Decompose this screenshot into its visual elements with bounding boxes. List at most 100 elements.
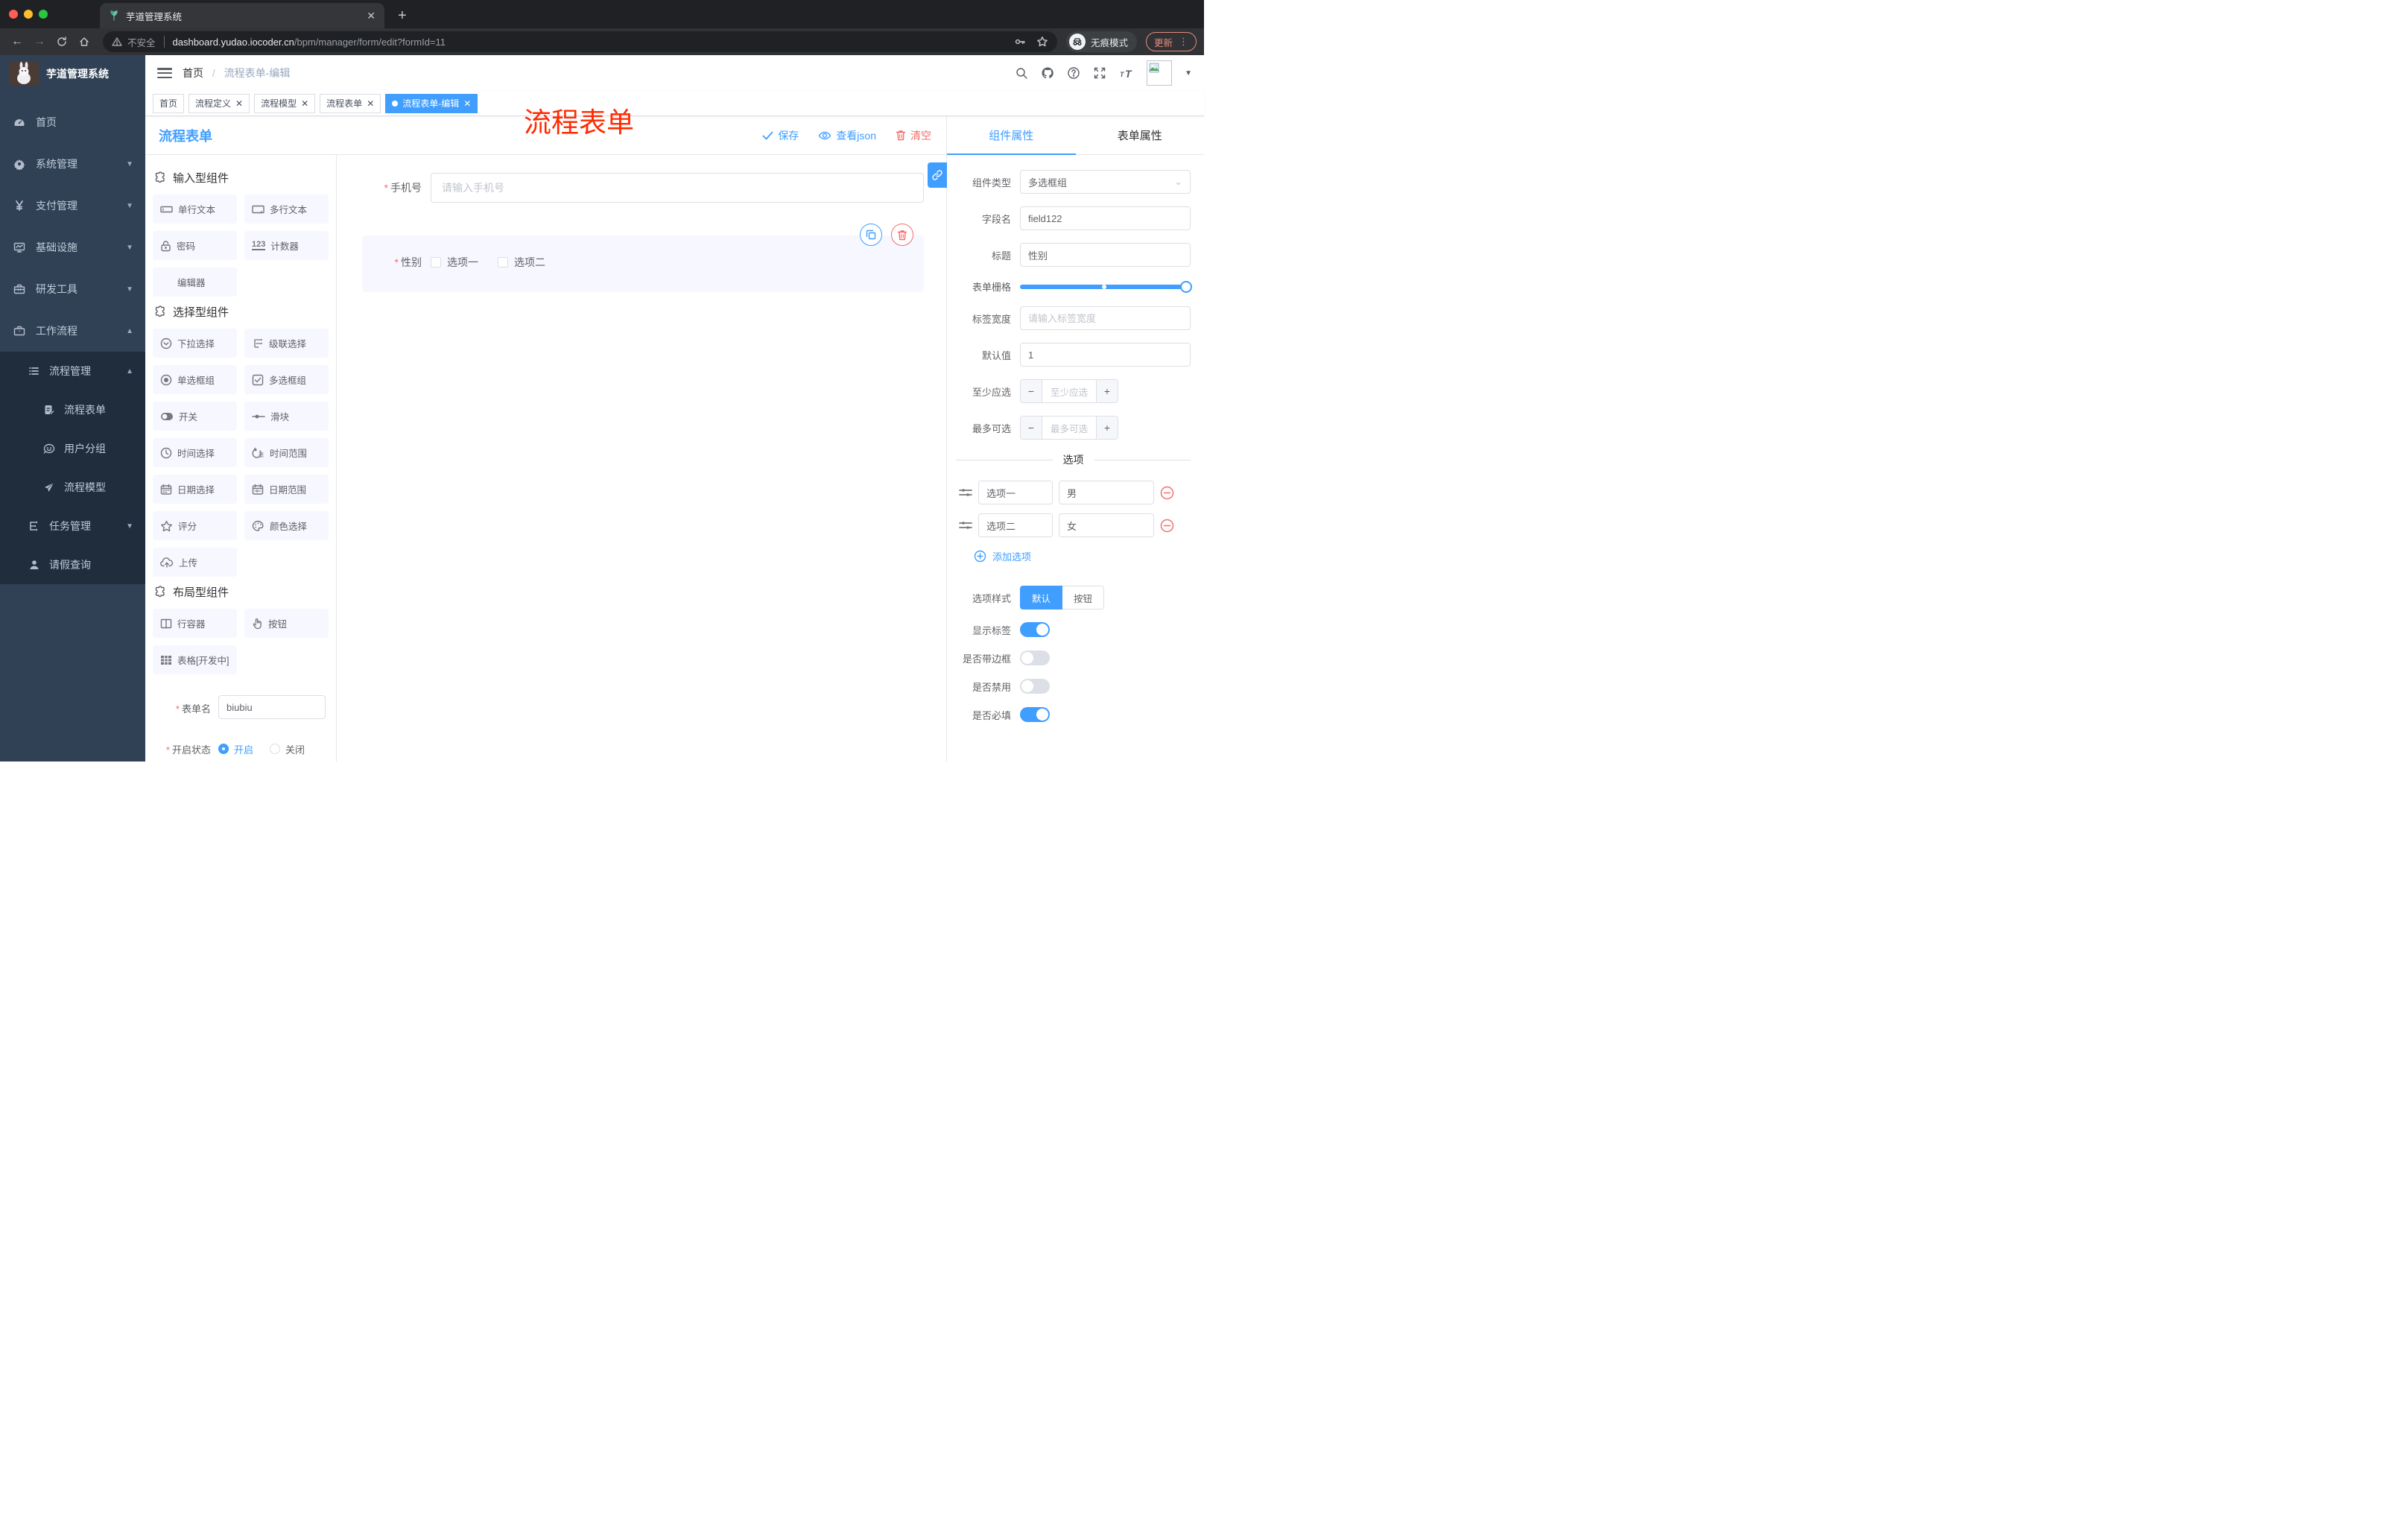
palette-item-radio-group[interactable]: 单选框组 (153, 365, 237, 394)
style-button-button[interactable]: 按钮 (1062, 586, 1105, 609)
border-switch[interactable] (1020, 650, 1050, 665)
view-json-button[interactable]: 查看json (818, 128, 876, 143)
sidebar-item-system[interactable]: 系统管理 ▼ (0, 143, 145, 185)
plus-button[interactable]: + (1096, 380, 1118, 402)
palette-item-time-picker[interactable]: 时间选择 (153, 438, 237, 467)
form-grid-slider[interactable] (1020, 280, 1192, 293)
help-icon[interactable] (1067, 66, 1080, 80)
browser-menu-icon[interactable]: ⋮ (1179, 36, 1188, 48)
plus-button[interactable]: + (1096, 417, 1118, 439)
sidebar-item-process-form[interactable]: 流程表单 (0, 390, 145, 429)
close-window-button[interactable] (9, 10, 18, 19)
maximize-window-button[interactable] (39, 10, 48, 19)
form-name-input[interactable] (218, 695, 326, 719)
sidebar-item-infra[interactable]: 基础设施 ▼ (0, 227, 145, 268)
sidebar-item-workflow[interactable]: 工作流程 ▲ (0, 310, 145, 352)
avatar-caret-icon[interactable]: ▼ (1185, 69, 1192, 77)
search-icon[interactable] (1015, 66, 1028, 80)
new-tab-button[interactable]: + (398, 3, 407, 28)
tag-process-form-edit[interactable]: 流程表单-编辑 ✕ (385, 93, 478, 113)
forward-icon[interactable]: → (30, 32, 49, 51)
sidebar-item-user-group[interactable]: 用户分组 (0, 429, 145, 468)
palette-item-editor[interactable]: 编辑器 (153, 267, 237, 297)
sidebar-item-process-mgmt[interactable]: 流程管理 ▲ (0, 352, 145, 390)
palette-item-row-container[interactable]: 行容器 (153, 609, 237, 638)
gender-checkbox-option2[interactable]: 选项二 (498, 255, 545, 270)
tag-home[interactable]: 首页 (153, 93, 185, 113)
palette-item-single-text[interactable]: 单行文本 (153, 194, 237, 224)
component-type-select[interactable]: 多选框组 ⌄ (1020, 170, 1191, 194)
delete-component-button[interactable] (891, 224, 913, 246)
link-icon[interactable] (928, 162, 947, 188)
remove-option-button[interactable] (1160, 486, 1174, 500)
sidebar-item-home[interactable]: 首页 (0, 101, 145, 143)
tab-close-icon[interactable]: ✕ (367, 10, 376, 22)
sidebar-toggle-icon[interactable] (157, 68, 172, 78)
option2-value-input[interactable] (1059, 513, 1154, 537)
copy-component-button[interactable] (860, 224, 882, 246)
close-icon[interactable]: ✕ (301, 98, 308, 109)
palette-item-password[interactable]: 密码 (153, 231, 237, 260)
field-name-input[interactable] (1020, 206, 1191, 230)
close-icon[interactable]: ✕ (463, 98, 471, 109)
palette-item-counter[interactable]: 123 计数器 (244, 231, 329, 260)
home-icon[interactable] (75, 32, 94, 51)
browser-tab[interactable]: 芋道管理系统 ✕ (100, 3, 384, 28)
sidebar-item-devtools[interactable]: 研发工具 ▼ (0, 268, 145, 310)
minus-button[interactable]: − (1021, 417, 1042, 439)
password-key-icon[interactable] (1014, 36, 1026, 48)
tag-process-definition[interactable]: 流程定义 ✕ (188, 93, 250, 113)
close-icon[interactable]: ✕ (367, 98, 374, 109)
slider-handle[interactable] (1180, 280, 1192, 293)
bookmark-star-icon[interactable] (1036, 36, 1048, 48)
label-width-input[interactable] (1020, 306, 1191, 330)
title-input[interactable] (1020, 243, 1191, 267)
drag-handle-icon[interactable] (959, 487, 972, 498)
palette-item-date-range[interactable]: 日期范围 (244, 475, 329, 504)
tab-form-props[interactable]: 表单属性 (1076, 116, 1205, 154)
update-chrome-button[interactable]: 更新 ⋮ (1145, 32, 1197, 51)
palette-item-rate[interactable]: 评分 (153, 511, 237, 540)
minimize-window-button[interactable] (24, 10, 33, 19)
add-option-button[interactable]: 添加选项 (974, 549, 1191, 563)
save-button[interactable]: 保存 (762, 128, 799, 143)
sidebar-item-task-mgmt[interactable]: 任务管理 ▼ (0, 507, 145, 545)
reload-icon[interactable] (52, 32, 72, 51)
github-icon[interactable] (1041, 66, 1054, 80)
min-select-stepper[interactable]: − 至少应选 + (1020, 379, 1118, 403)
palette-item-select[interactable]: 下拉选择 (153, 329, 237, 358)
phone-input[interactable] (431, 173, 924, 203)
palette-item-button[interactable]: 按钮 (244, 609, 329, 638)
breadcrumb-home[interactable]: 首页 (183, 67, 203, 79)
palette-item-date-picker[interactable]: 日期选择 (153, 475, 237, 504)
font-size-icon[interactable]: TT (1119, 67, 1134, 79)
disabled-switch[interactable] (1020, 679, 1050, 694)
fullscreen-icon[interactable] (1093, 66, 1106, 80)
tab-component-props[interactable]: 组件属性 (947, 116, 1076, 155)
status-radio-on[interactable]: 开启 (218, 742, 253, 756)
gender-checkbox-option1[interactable]: 选项一 (431, 255, 478, 270)
default-value-input[interactable] (1020, 343, 1191, 367)
max-select-stepper[interactable]: − 最多可选 + (1020, 416, 1118, 440)
close-icon[interactable]: ✕ (235, 98, 243, 109)
canvas-field-phone[interactable]: 手机号 (362, 173, 924, 203)
palette-item-switch[interactable]: 开关 (153, 402, 237, 431)
palette-item-cascader[interactable]: 级联选择 (244, 329, 329, 358)
palette-item-table[interactable]: 表格[开发中] (153, 645, 237, 674)
clear-button[interactable]: 清空 (896, 128, 931, 143)
palette-item-slider[interactable]: 滑块 (244, 402, 329, 431)
drag-handle-icon[interactable] (959, 520, 972, 531)
status-radio-off[interactable]: 关闭 (270, 742, 305, 756)
show-label-switch[interactable] (1020, 622, 1050, 637)
sidebar-logo[interactable]: 芋道管理系统 (0, 55, 145, 92)
option2-label-input[interactable] (978, 513, 1053, 537)
remove-option-button[interactable] (1160, 519, 1174, 533)
sidebar-item-payment[interactable]: 支付管理 ▼ (0, 185, 145, 227)
option1-label-input[interactable] (978, 481, 1053, 504)
palette-item-time-range[interactable]: 时间范围 (244, 438, 329, 467)
sidebar-item-process-model[interactable]: 流程模型 (0, 468, 145, 507)
tag-process-form[interactable]: 流程表单 ✕ (320, 93, 381, 113)
url-bar[interactable]: 不安全 dashboard.yudao.iocoder.cn/bpm/manag… (103, 31, 1057, 52)
palette-item-color-picker[interactable]: 颜色选择 (244, 511, 329, 540)
option1-value-input[interactable] (1059, 481, 1154, 504)
